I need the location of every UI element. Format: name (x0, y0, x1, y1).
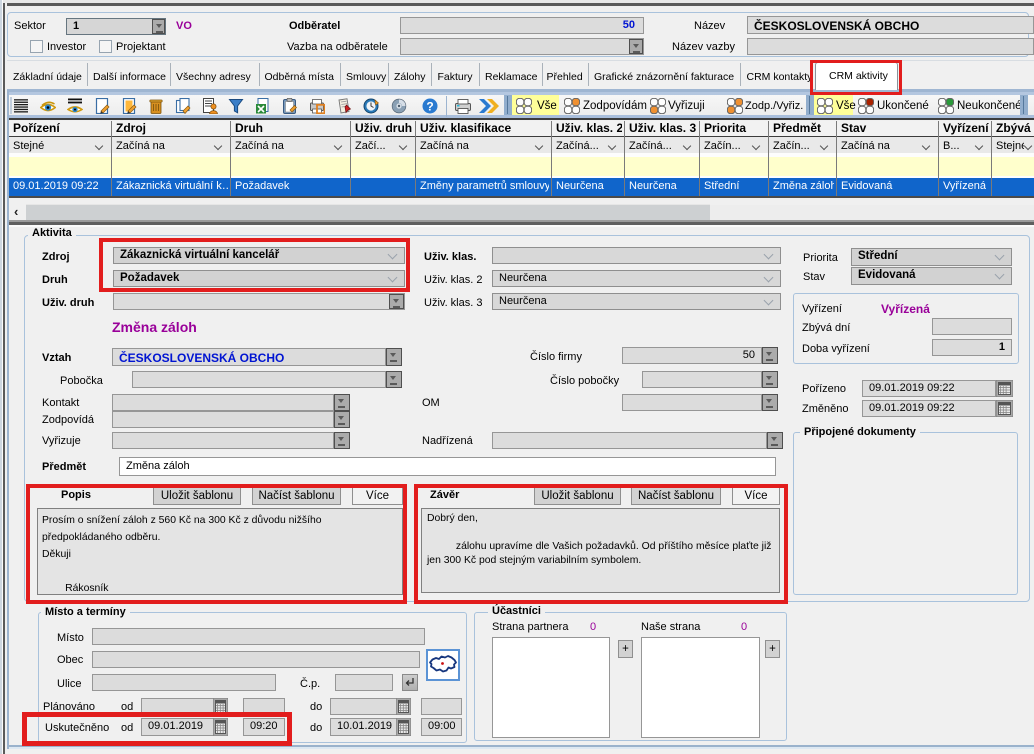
svg-text:?: ? (426, 100, 433, 114)
